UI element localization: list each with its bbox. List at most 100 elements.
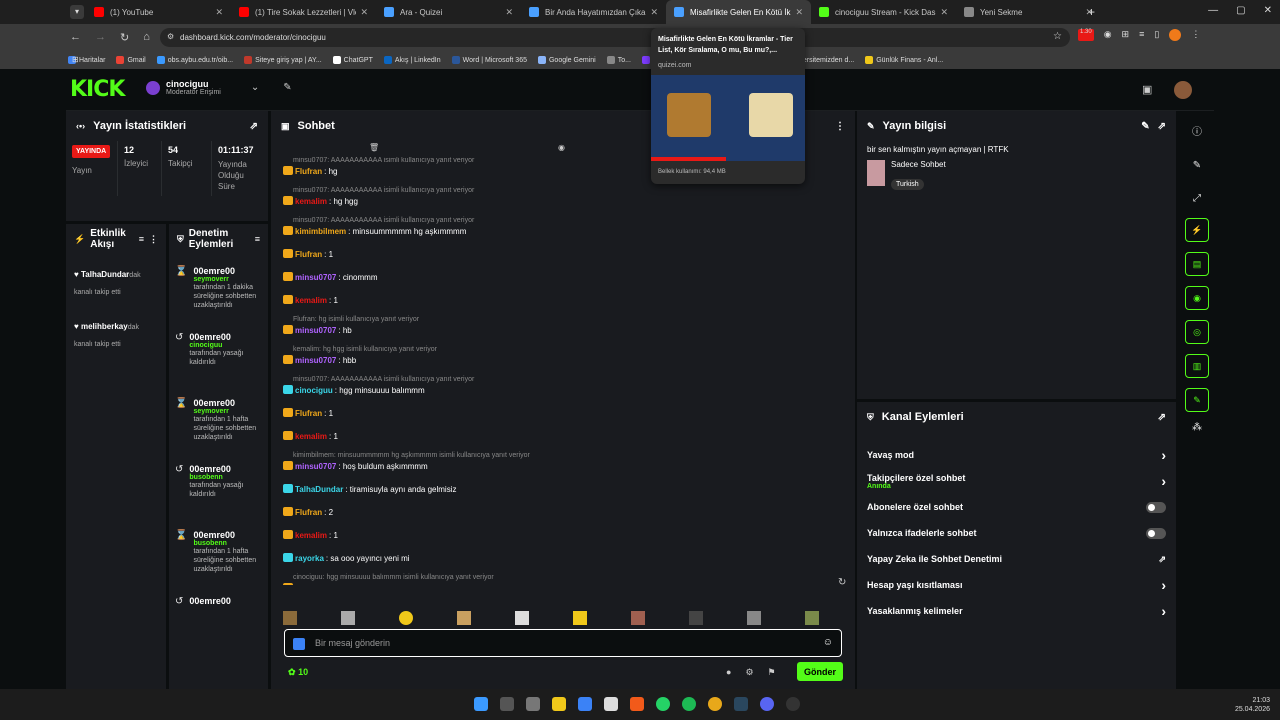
popout-icon[interactable]: ⇗ [1158,412,1166,423]
maximize-icon[interactable]: ▢ [1236,5,1245,16]
list-icon[interactable]: ▤ [1185,252,1209,276]
emote[interactable] [399,611,413,625]
profile-avatar[interactable] [1169,29,1182,41]
browser-tab[interactable]: Misafirlikte Gelen En Kötü İkram ✕ [666,0,811,24]
emote[interactable] [747,611,761,625]
start-icon[interactable] [474,697,488,711]
browser-tab[interactable]: (1) YouTube ✕ [86,0,231,24]
pen-icon[interactable]: ✎ [1193,160,1201,171]
chevron-right-icon[interactable]: › [1161,603,1166,619]
star-icon[interactable]: ☆ [1053,31,1062,42]
bookmark-item[interactable]: Gmail [116,56,146,64]
chat-username[interactable]: rayorka [295,554,324,563]
chevron-right-icon[interactable]: › [1161,473,1166,489]
bookmark-item[interactable]: ChatGPT [332,56,373,64]
chat-message[interactable]: minsu0707: hoş buldum aşkımmmm [271,459,855,474]
chat-username[interactable]: minsu0707 [295,273,336,282]
chat-mode-icon[interactable]: ◉ [558,143,565,152]
extension-icon[interactable]: 1.30 [1078,29,1094,41]
chat-menu-icon[interactable]: ⋮ [835,121,845,132]
chat-username[interactable]: minsu0707 [295,462,336,471]
mod-tools-icon[interactable]: ⚑ [768,667,776,678]
extensions-icon[interactable]: ⊞ [1122,29,1130,41]
emote[interactable] [457,611,471,625]
minimize-icon[interactable]: — [1208,5,1218,16]
chat-username[interactable]: kemalim [295,197,327,206]
spotify-icon[interactable] [682,697,696,711]
task-view-icon[interactable] [526,697,540,711]
chevron-down-icon[interactable]: ⌄ [251,82,259,93]
channel-action-row[interactable]: Yalnızca ifadelerle sohbet [857,520,1176,546]
split-view-icon[interactable]: ▯ [1154,29,1159,41]
bookmark-item[interactable]: Akış | LinkedIn [383,56,441,64]
edit-icon[interactable]: ✎ [1141,121,1149,132]
chat-username[interactable]: kemalim [295,296,327,305]
new-tab-button[interactable]: + [1088,5,1095,19]
chat-message[interactable]: Flufran: 1 [271,247,855,262]
steam-icon[interactable] [734,697,748,711]
site-info-icon[interactable]: ⚙ [167,32,174,41]
emote[interactable] [515,611,529,625]
moderation-actor[interactable]: seymoverr [193,408,262,415]
forward-icon[interactable]: → [95,31,106,44]
toggle-switch[interactable] [1146,527,1166,539]
more-icon[interactable]: ⋮ [149,234,158,245]
points-display[interactable]: ✿ 10 [288,667,308,678]
chat-message[interactable]: kimimbilmem: minsuummmmm hg aşkımmmm [271,224,855,239]
external-link-icon[interactable]: ⇗ [1158,554,1166,565]
broadcast-icon[interactable]: ◎ [1185,320,1209,344]
moderation-target[interactable]: 00emre00 [193,398,262,408]
chat-message[interactable]: minsu0707: hbb [271,353,855,368]
chat-icon[interactable]: ◉ [1185,286,1209,310]
back-icon[interactable]: ← [70,31,81,44]
filter-icon[interactable]: ≡ [139,234,144,244]
store-icon[interactable] [578,697,592,711]
browser-tab[interactable]: Bir Anda Hayatımızdan Çıkan A ✕ [521,0,666,24]
gmail-icon[interactable] [604,697,618,711]
chat-username[interactable]: minsu0707 [295,326,336,335]
moderation-target[interactable]: 00emre00 [189,332,262,342]
chat-username[interactable]: Flufran [295,508,322,517]
channel-action-row[interactable]: Abonelere özel sohbet [857,494,1176,520]
bookmark-item[interactable]: Siteye giriş yap | AY... [244,56,322,64]
toggle-switch[interactable] [1146,501,1166,513]
popout-icon[interactable]: ⇗ [250,121,258,132]
channel-action-row[interactable]: Takipçilere özel sohbet Anında › [857,468,1176,494]
trash-icon[interactable]: 🗑 [369,143,379,152]
chat-message[interactable]: Flufran: 2 [271,505,855,520]
chat-message[interactable]: Flufran: 1 [271,406,855,421]
url-field[interactable]: ⚙ dashboard.kick.com/moderator/cinociguu… [160,28,1070,47]
obs-icon[interactable] [786,697,800,711]
chat-username[interactable]: TalhaDundar [295,485,343,494]
whatsapp-icon[interactable] [656,697,670,711]
expand-icon[interactable]: ⤢ [1193,193,1201,204]
close-tab-icon[interactable]: ✕ [505,7,513,18]
emote[interactable] [631,611,645,625]
chat-username[interactable]: cinociguu [295,386,333,395]
file-explorer-icon[interactable] [552,697,566,711]
chevron-right-icon[interactable]: › [1161,447,1166,463]
user-avatar[interactable] [1174,81,1192,99]
popout-icon[interactable]: ⇗ [1158,121,1166,132]
channel-action-row[interactable]: Yasaklanmış kelimeler › [857,598,1176,624]
settings-icon[interactable]: ⚙ [745,667,753,678]
chrome-icon[interactable] [708,697,722,711]
audio-icon[interactable]: ◉ [1104,29,1112,41]
activity-user[interactable]: TalhaDundar [81,270,129,279]
chat-message[interactable]: kemalim: 1 [271,293,855,308]
menu-icon[interactable]: ⋮ [1191,29,1200,41]
moderation-target[interactable]: 00emre00 [189,596,231,606]
apps-icon[interactable]: ⊞ [72,55,79,64]
chevron-right-icon[interactable]: › [1161,577,1166,593]
chat-username[interactable]: minsu0707 [295,584,336,585]
close-tab-icon[interactable]: ✕ [940,7,948,18]
chat-username[interactable]: kemalim [295,531,327,540]
chat-username[interactable]: kimimbilmem [295,227,346,236]
chat-message[interactable]: kemalim: 1 [271,528,855,543]
chat-username[interactable]: minsu0707 [295,356,336,365]
category-name[interactable]: Sadece Sohbet [891,160,946,169]
chat-username[interactable]: Flufran [295,250,322,259]
wrench-icon[interactable]: ✎ [283,82,291,93]
kick-logo[interactable]: KICK [70,77,125,102]
browser-tab[interactable]: Ara - Quizei ✕ [376,0,521,24]
